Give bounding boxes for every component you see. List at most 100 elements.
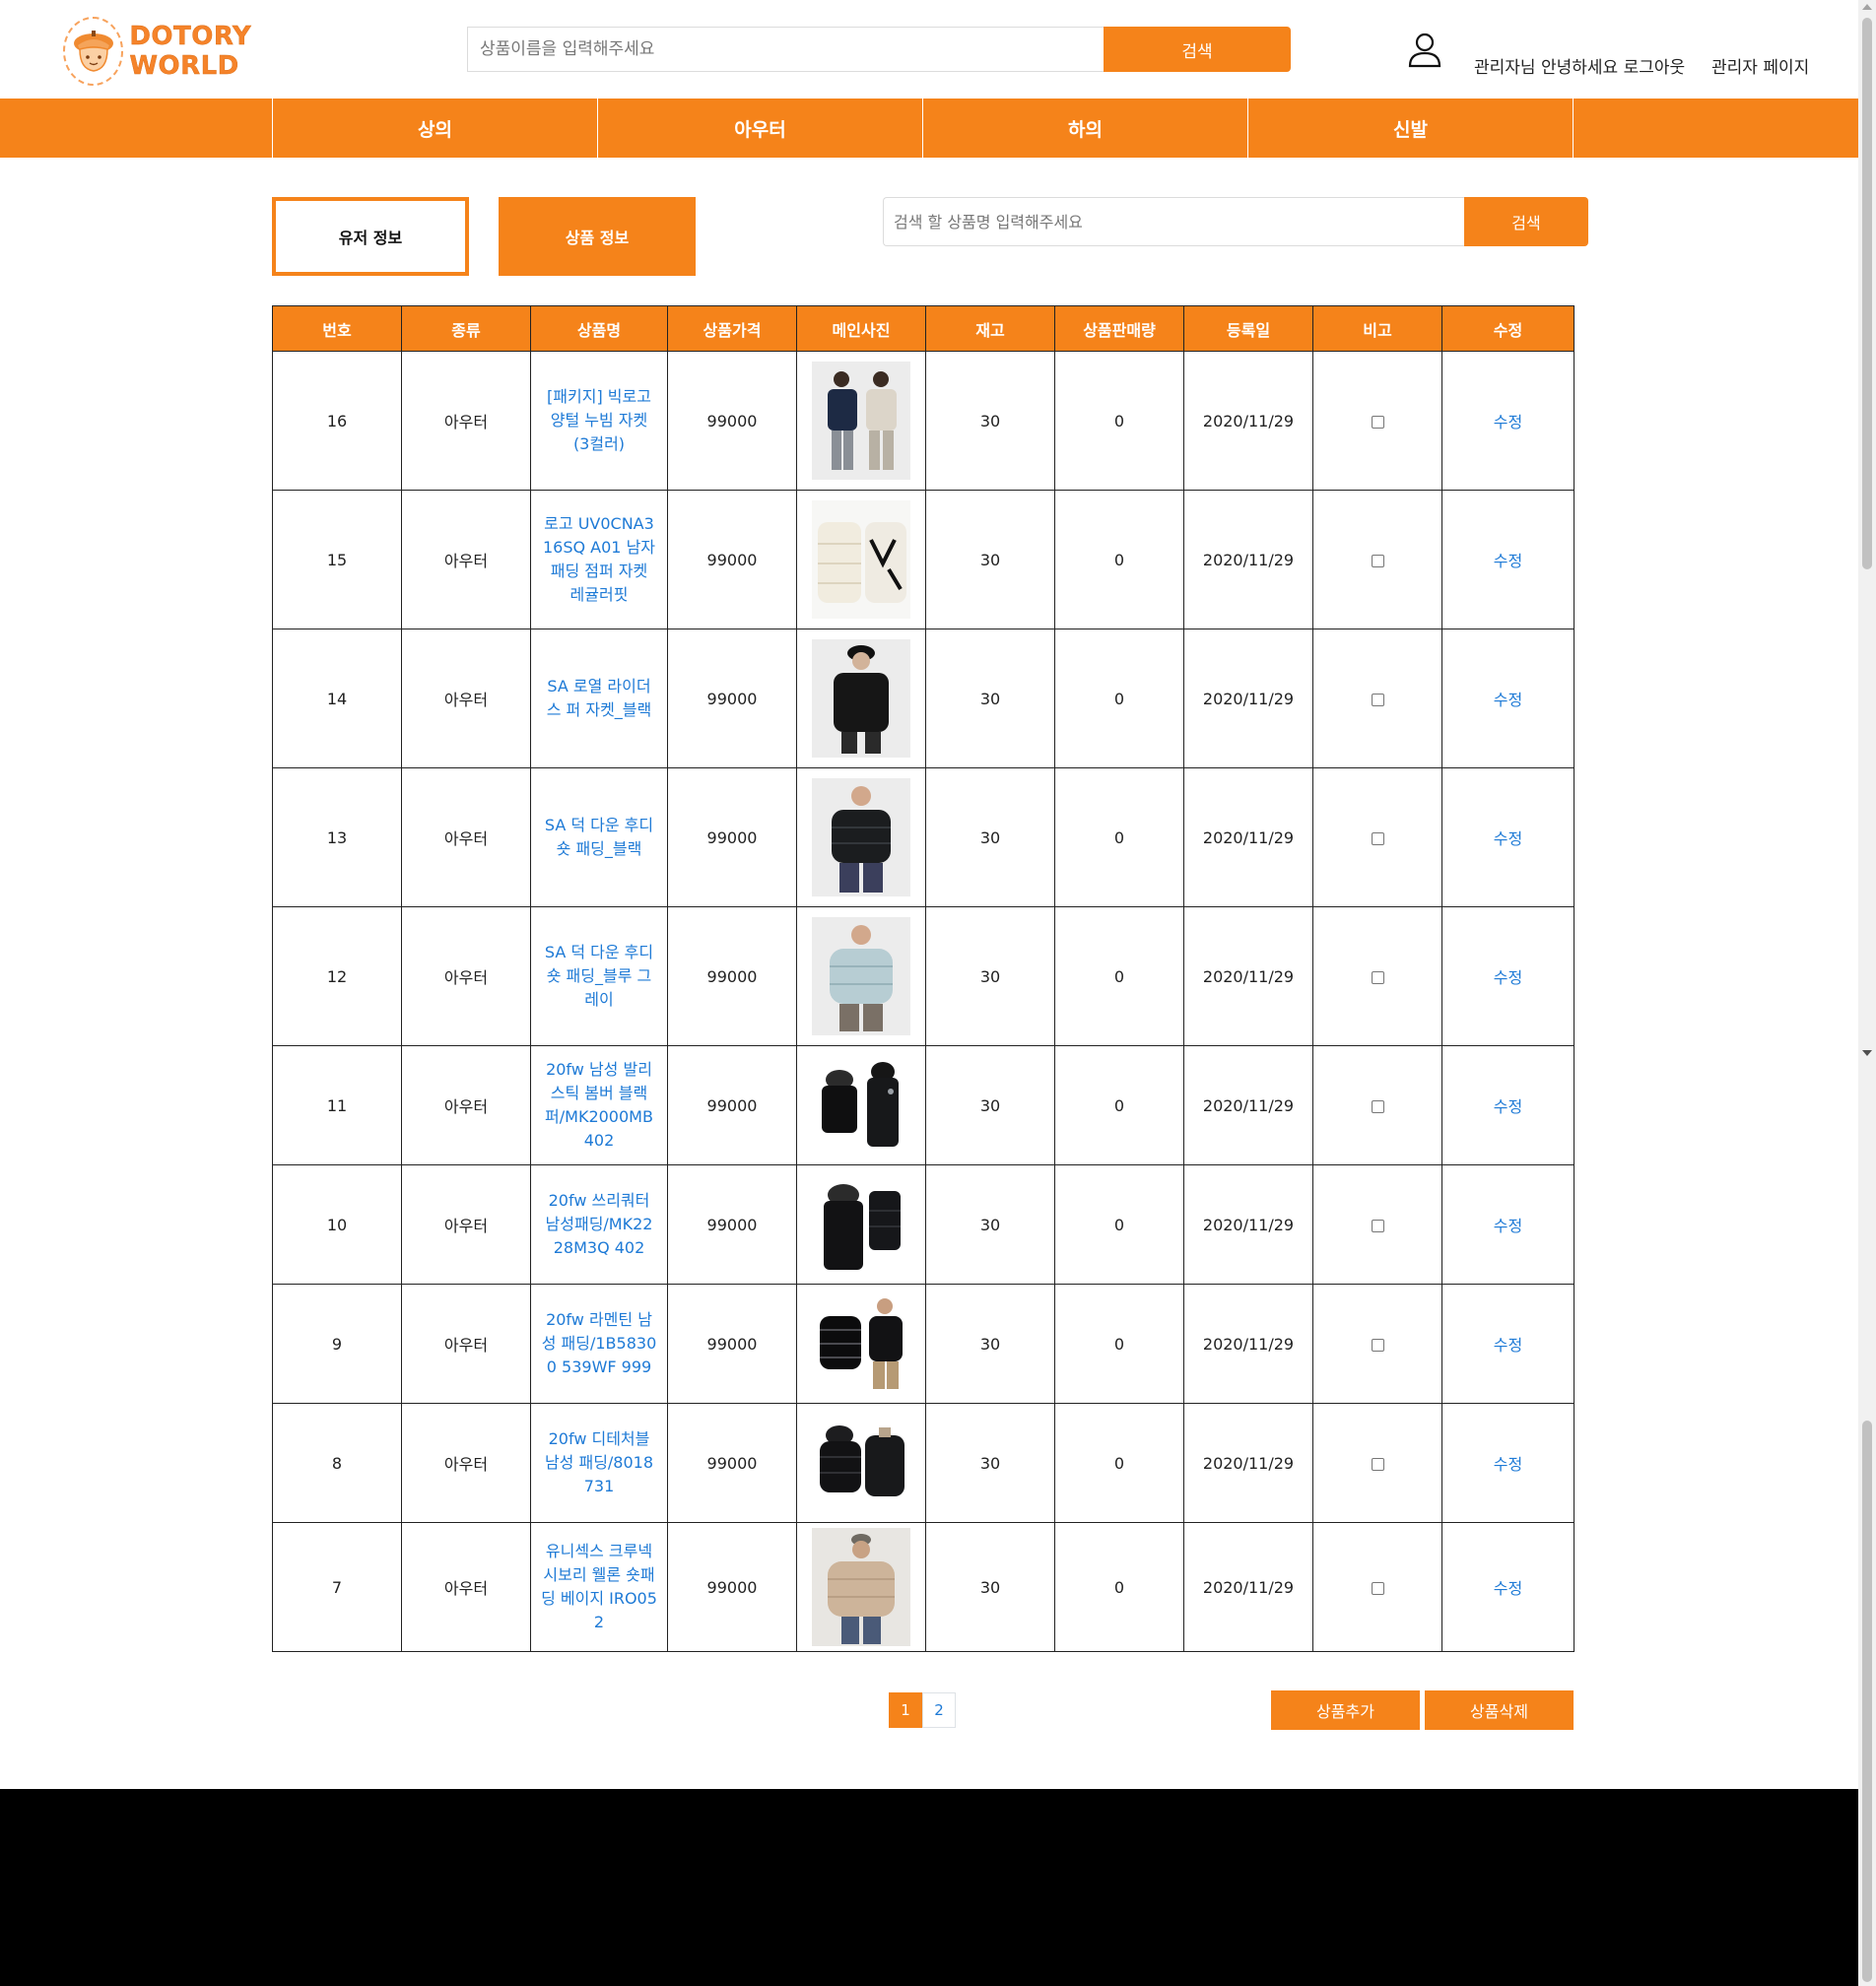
edit-link[interactable]: 수정 xyxy=(1494,1455,1522,1474)
cell-note xyxy=(1312,629,1442,768)
row-select-checkbox[interactable] xyxy=(1371,693,1384,706)
cell-price: 99000 xyxy=(667,1403,797,1523)
edit-link[interactable]: 수정 xyxy=(1494,413,1522,431)
product-thumbnail xyxy=(812,1294,910,1393)
cell-date: 2020/11/29 xyxy=(1183,351,1313,491)
table-row: 14 아우터 SA 로열 라이더스 퍼 자켓_블랙 99000 30 0 2020/11/2… xyxy=(272,629,1574,768)
row-select-checkbox[interactable] xyxy=(1371,1338,1384,1352)
scroll-down-icon[interactable] xyxy=(1862,1050,1872,1056)
top-search-button[interactable]: 검색 xyxy=(1104,27,1291,72)
cell-edit: 수정 xyxy=(1441,1522,1574,1652)
user-icon[interactable] xyxy=(1407,32,1442,69)
column-header-name: 상품명 xyxy=(530,305,668,352)
product-name-link[interactable]: SA 덕 다운 후디 숏 패딩_블루 그레이 xyxy=(531,941,667,1012)
edit-link[interactable]: 수정 xyxy=(1494,691,1522,709)
cell-photo xyxy=(796,629,926,768)
product-search-button[interactable]: 검색 xyxy=(1464,197,1588,246)
cell-note xyxy=(1312,1522,1442,1652)
table-row: 13 아우터 SA 덕 다운 후디 숏 패딩_블랙 99000 30 0 2020/11/2… xyxy=(272,767,1574,907)
product-thumbnail xyxy=(812,1414,910,1512)
cell-type: 아우터 xyxy=(401,1522,531,1652)
row-select-checkbox[interactable] xyxy=(1371,1581,1384,1595)
cell-sales: 0 xyxy=(1054,629,1184,768)
admin-page-link[interactable]: 관리자 페이지 xyxy=(1711,53,1809,78)
row-select-checkbox[interactable] xyxy=(1371,1099,1384,1113)
scroll-up-icon[interactable] xyxy=(1862,4,1872,10)
cell-date: 2020/11/29 xyxy=(1183,490,1313,629)
product-search-input[interactable] xyxy=(883,197,1464,246)
cell-date: 2020/11/29 xyxy=(1183,767,1313,907)
greeting-logout-link[interactable]: 관리자님 안녕하세요 로그아웃 xyxy=(1474,53,1685,78)
scrollbar-thumb[interactable] xyxy=(1862,18,1872,569)
cell-note xyxy=(1312,1045,1442,1165)
cell-type: 아우터 xyxy=(401,767,531,907)
cell-stock: 30 xyxy=(925,629,1055,768)
cell-price: 99000 xyxy=(667,906,797,1046)
product-name-link[interactable]: 20fw 라멘틴 남성 패딩/1B58300 539WF 999 xyxy=(531,1308,667,1379)
cell-date: 2020/11/29 xyxy=(1183,1403,1313,1523)
tab-product-info[interactable]: 상품 정보 xyxy=(499,197,696,276)
cell-type: 아우터 xyxy=(401,490,531,629)
edit-link[interactable]: 수정 xyxy=(1494,1579,1522,1598)
page-scrollbar[interactable] xyxy=(1858,0,1876,1986)
row-select-checkbox[interactable] xyxy=(1371,1457,1384,1471)
cell-sales: 0 xyxy=(1054,1522,1184,1652)
cell-price: 99000 xyxy=(667,351,797,491)
edit-link[interactable]: 수정 xyxy=(1494,1097,1522,1116)
row-select-checkbox[interactable] xyxy=(1371,831,1384,845)
edit-link[interactable]: 수정 xyxy=(1494,829,1522,848)
cell-stock: 30 xyxy=(925,1164,1055,1285)
product-name-link[interactable]: SA 로열 라이더스 퍼 자켓_블랙 xyxy=(531,675,667,722)
cell-stock: 30 xyxy=(925,490,1055,629)
product-thumbnail xyxy=(812,639,910,758)
cell-type: 아우터 xyxy=(401,1045,531,1165)
page-1-button[interactable]: 1 xyxy=(889,1692,922,1728)
row-select-checkbox[interactable] xyxy=(1371,970,1384,984)
page-2-button[interactable]: 2 xyxy=(922,1692,956,1728)
cell-date: 2020/11/29 xyxy=(1183,906,1313,1046)
add-product-button[interactable]: 상품추가 xyxy=(1271,1690,1420,1730)
tab-user-info[interactable]: 유저 정보 xyxy=(272,197,469,276)
cell-sales: 0 xyxy=(1054,1045,1184,1165)
edit-link[interactable]: 수정 xyxy=(1494,968,1522,987)
product-name-link[interactable]: 유니섹스 크루넥 시보리 웰론 숏패딩 베이지 IRO052 xyxy=(531,1540,667,1634)
row-select-checkbox[interactable] xyxy=(1371,1219,1384,1232)
cell-no: 13 xyxy=(272,767,402,907)
cell-note xyxy=(1312,1284,1442,1404)
product-name-link[interactable]: 로고 UV0CNA316SQ A01 남자 패딩 점퍼 자켓 레귤러핏 xyxy=(531,512,667,607)
nav-item-tops[interactable]: 상의 xyxy=(272,99,597,158)
product-name-link[interactable]: 20fw 디테처블 남성 패딩/8018731 xyxy=(531,1427,667,1498)
site-logo[interactable]: DOTORY WORLD xyxy=(63,16,339,87)
row-select-checkbox[interactable] xyxy=(1371,554,1384,567)
edit-link[interactable]: 수정 xyxy=(1494,552,1522,570)
product-name-link[interactable]: 20fw 남성 발리스틱 봄버 블랙 퍼/MK2000MB 402 xyxy=(531,1058,667,1153)
product-thumbnail xyxy=(812,917,910,1035)
product-name-link[interactable]: 20fw 쓰리쿼터 남성패딩/MK2228M3Q 402 xyxy=(531,1189,667,1260)
cell-note xyxy=(1312,351,1442,491)
product-name-link[interactable]: [패키지] 빅로고 양털 누빔 자켓 (3컬러) xyxy=(531,385,667,456)
cell-sales: 0 xyxy=(1054,490,1184,629)
site-footer xyxy=(0,1789,1858,1986)
cell-price: 99000 xyxy=(667,1522,797,1652)
top-search-input[interactable] xyxy=(467,27,1104,72)
cell-name: SA 로열 라이더스 퍼 자켓_블랙 xyxy=(530,629,668,768)
table-row: 11 아우터 20fw 남성 발리스틱 봄버 블랙 퍼/MK2000MB 402 99… xyxy=(272,1045,1574,1165)
edit-link[interactable]: 수정 xyxy=(1494,1336,1522,1355)
table-row: 10 아우터 20fw 쓰리쿼터 남성패딩/MK2228M3Q 402 99000 30… xyxy=(272,1164,1574,1285)
column-header-type: 종류 xyxy=(401,305,531,352)
nav-item-shoes[interactable]: 신발 xyxy=(1247,99,1573,158)
row-select-checkbox[interactable] xyxy=(1371,415,1384,429)
product-name-link[interactable]: SA 덕 다운 후디 숏 패딩_블랙 xyxy=(531,814,667,861)
nav-item-outer[interactable]: 아우터 xyxy=(597,99,922,158)
cell-stock: 30 xyxy=(925,1403,1055,1523)
table-row: 8 아우터 20fw 디테처블 남성 패딩/8018731 99000 30 0 2020/… xyxy=(272,1403,1574,1523)
cell-date: 2020/11/29 xyxy=(1183,1164,1313,1285)
nav-item-bottoms[interactable]: 하의 xyxy=(922,99,1247,158)
delete-product-button[interactable]: 상품삭제 xyxy=(1425,1690,1574,1730)
cell-no: 12 xyxy=(272,906,402,1046)
cell-sales: 0 xyxy=(1054,1403,1184,1523)
cell-name: 20fw 남성 발리스틱 봄버 블랙 퍼/MK2000MB 402 xyxy=(530,1045,668,1165)
pagination: 1 2 xyxy=(889,1692,956,1728)
column-header-price: 상품가격 xyxy=(667,305,797,352)
edit-link[interactable]: 수정 xyxy=(1494,1217,1522,1235)
